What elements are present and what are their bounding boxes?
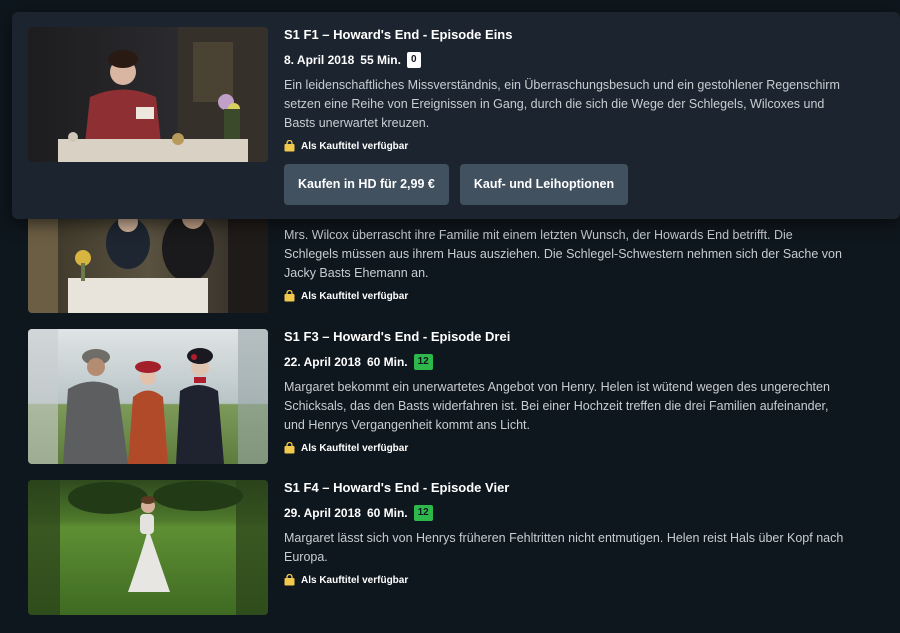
episode-4-date: 29. April 2018 [284,506,361,520]
episode-3-title[interactable]: S1 F3 – Howard's End - Episode Drei [284,328,844,346]
episode-4-thumbnail[interactable] [28,480,268,615]
episode-4-meta: 29. April 2018 60 Min. 12 [284,504,844,522]
episode-2-availability: Als Kauftitel verfügbar [284,289,844,303]
episode-3-image [28,329,268,464]
episode-4-image [28,480,268,615]
episode-4-description: Margaret lässt sich von Henrys früheren … [284,531,844,564]
purchase-button-row: Kaufen in HD für 2,99 € Kauf- und Leihop… [284,164,639,205]
episode-4-duration: 60 Min. [366,506,408,520]
shopping-bag-icon [284,290,295,302]
episode-1-title[interactable]: S1 F1 – Howard's End - Episode Eins [284,26,844,44]
episode-1-age-rating-badge: 0 [406,52,421,68]
availability-label: Als Kauftitel verfügbar [301,290,409,302]
episode-3-age-rating-badge: 12 [413,354,433,370]
episode-1-date: 8. April 2018 [284,53,355,67]
episode-3-availability: Als Kauftitel verfügbar [284,441,844,455]
episode-4-availability: Als Kauftitel verfügbar [284,573,844,587]
episode-1-availability: Als Kauftitel verfügbar [284,139,844,153]
episode-4-title[interactable]: S1 F4 – Howard's End - Episode Vier [284,479,844,497]
shopping-bag-icon [284,442,295,454]
buy-hd-button[interactable]: Kaufen in HD für 2,99 € [284,164,449,205]
buy-rent-options-button[interactable]: Kauf- und Leihoptionen [459,164,629,205]
availability-label: Als Kauftitel verfügbar [301,442,409,454]
shopping-bag-icon [284,574,295,586]
episode-3-thumbnail[interactable] [28,329,268,464]
episode-1-info: S1 F1 – Howard's End - Episode Eins 8. A… [284,26,844,153]
shopping-bag-icon [284,140,295,152]
episode-1-meta: 8. April 2018 55 Min. 0 [284,51,844,69]
episode-3-duration: 60 Min. [366,355,408,369]
episode-1-thumbnail[interactable] [28,27,268,162]
episode-1-image [28,27,268,162]
episode-3-description: Margaret bekommt ein unerwartetes Angebo… [284,380,830,432]
availability-label: Als Kauftitel verfügbar [301,140,409,152]
episode-1-duration: 55 Min. [360,53,401,67]
episode-4-age-rating-badge: 12 [413,505,433,521]
episode-1-expanded-card[interactable]: S1 F1 – Howard's End - Episode Eins 8. A… [12,12,900,219]
episode-3-date: 22. April 2018 [284,355,361,369]
episode-2-description: Mrs. Wilcox überrascht ihre Familie mit … [284,228,842,280]
episode-3-meta: 22. April 2018 60 Min. 12 [284,353,844,371]
episode-1-description: Ein leidenschaftliches Missverständnis, … [284,78,840,130]
availability-label: Als Kauftitel verfügbar [301,574,409,586]
